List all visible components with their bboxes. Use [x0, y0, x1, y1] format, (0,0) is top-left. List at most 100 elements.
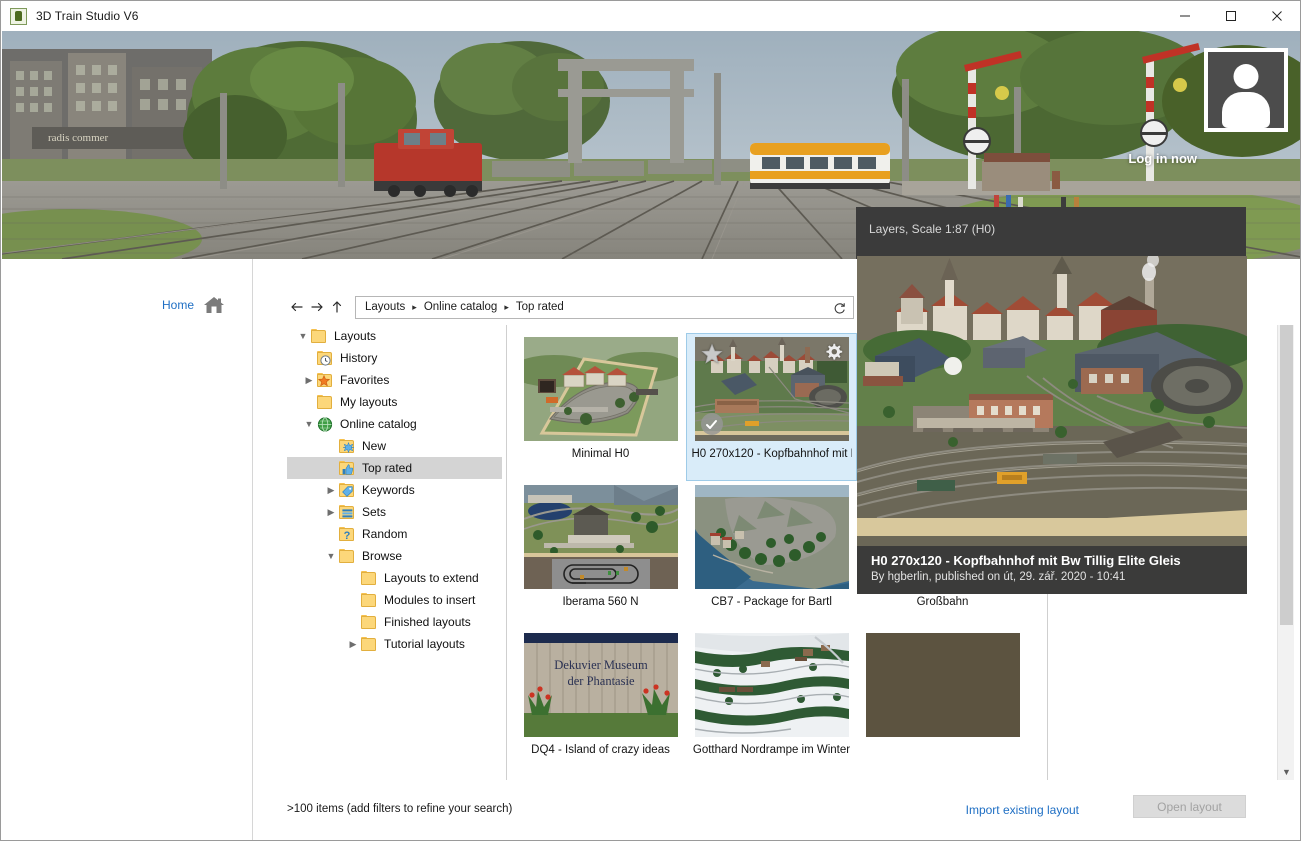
tree-item-favorites[interactable]: ▶ Favorites [287, 369, 502, 391]
layout-caption: CB7 - Package for Bartl [711, 596, 832, 608]
home-label: Home [161, 298, 194, 312]
layout-card[interactable]: Gotthard Nordrampe im Winter [686, 629, 857, 777]
chevron-right-icon-2[interactable]: ▶ [323, 479, 339, 501]
tree-label: Layouts to extend [384, 571, 479, 585]
tree-item-keywords[interactable]: ▶ Keywords [287, 479, 502, 501]
folder-icon [361, 593, 377, 607]
preview-subtitle: By hgberlin, published on út, 29. zář. 2… [871, 571, 1126, 583]
tree-label: Finished layouts [384, 615, 471, 629]
layout-card-partial[interactable] [686, 777, 857, 780]
tree-item-layouts-to-extend[interactable]: Layouts to extend [287, 567, 502, 589]
arrow-right-icon[interactable] [307, 296, 327, 318]
tree-label: Keywords [362, 483, 415, 497]
layout-thumbnail[interactable] [694, 337, 849, 441]
navigation-bar: Layouts ▸ Online catalog ▸ Top rated [287, 295, 854, 319]
tree-item-online-catalog[interactable]: ▼ Online catalog [287, 413, 502, 435]
tree-item-top-rated[interactable]: Top rated [287, 457, 502, 479]
tree-item-finished-layouts[interactable]: Finished layouts [287, 611, 502, 633]
tree-item-history[interactable]: History [287, 347, 502, 369]
layout-card[interactable]: Minimal H0 [515, 333, 686, 481]
folder-icon [361, 571, 377, 585]
chevron-down-icon[interactable]: ▼ [295, 325, 311, 347]
layout-caption: Iberama 560 N [562, 596, 639, 608]
breadcrumb-item-top-rated[interactable]: Top rated [516, 301, 564, 313]
tree-label: Random [362, 527, 408, 541]
import-existing-layout-link[interactable]: Import existing layout [966, 803, 1079, 817]
layout-card-partial[interactable] [515, 777, 686, 780]
layout-thumbnail[interactable] [523, 485, 678, 589]
layout-card[interactable]: CB7 - Package for Bartl [686, 481, 857, 629]
open-layout-button[interactable]: Open layout [1133, 795, 1246, 818]
layout-card[interactable]: Iberama 560 N [515, 481, 686, 629]
breadcrumb[interactable]: Layouts ▸ Online catalog ▸ Top rated [355, 295, 854, 319]
folder-thumbsup-icon [339, 461, 355, 475]
close-icon[interactable] [1254, 1, 1300, 31]
layout-thumbnail[interactable] [523, 337, 678, 441]
log-in-now-label[interactable]: Log in now [1128, 151, 1197, 166]
refresh-icon[interactable] [831, 300, 848, 317]
tree-item-browse[interactable]: ▼ Browse [287, 545, 502, 567]
tree-item-tutorial-layouts[interactable]: ▶ Tutorial layouts [287, 633, 502, 655]
body-area: Home Layouts ▸ Online catalog ▸ Top rate… [2, 256, 1300, 840]
arrow-up-icon[interactable] [327, 296, 347, 318]
svg-text:radis commer: radis commer [48, 132, 109, 144]
footer-bar: >100 items (add filters to refine your s… [254, 786, 1300, 840]
folder-icon [339, 549, 355, 563]
layout-card[interactable]: Dekuvier Museum der Phantasie DQ4 - Isla… [515, 629, 686, 777]
layout-card-selected[interactable]: H0 270x120 - Kopfbahnhof mit Bw ... [686, 333, 857, 481]
layout-caption: Großbahn [916, 596, 969, 608]
title-bar: 3D Train Studio V6 [1, 1, 1300, 31]
star-icon[interactable] [700, 343, 723, 365]
tree-label: Tutorial layouts [384, 637, 465, 651]
tree-label: Modules to insert [384, 593, 476, 607]
layout-thumbnail[interactable] [694, 485, 849, 589]
folder-icon [361, 637, 377, 651]
app-window: 3D Train Studio V6 radis commer Log in n… [0, 0, 1301, 841]
chevron-down-icon-2[interactable]: ▼ [301, 413, 317, 435]
tree-item-layouts[interactable]: ▼ Layouts [287, 325, 502, 347]
window-controls [1162, 1, 1300, 31]
semaphore-disc-icon [963, 127, 991, 155]
grid-scrollbar[interactable]: ▲ ▼ [1277, 325, 1294, 780]
tree-label: Top rated [362, 461, 413, 475]
layout-thumbnail[interactable] [694, 633, 849, 737]
layout-caption: Gotthard Nordrampe im Winter [692, 744, 851, 756]
chevron-right-icon: ▸ [412, 301, 417, 312]
layout-thumbnail[interactable]: Dekuvier Museum der Phantasie [523, 633, 678, 737]
minimize-icon[interactable] [1162, 1, 1208, 31]
user-avatar-icon[interactable] [1204, 48, 1288, 132]
tree-item-my-layouts[interactable]: My layouts [287, 391, 502, 413]
chevron-right-icon-4[interactable]: ▶ [345, 633, 361, 655]
svg-text:?: ? [344, 530, 351, 541]
maximize-icon[interactable] [1208, 1, 1254, 31]
tree-label: Favorites [340, 373, 390, 387]
tree-label: My layouts [340, 395, 398, 409]
chevron-right-icon-2: ▸ [504, 301, 509, 312]
chevron-down-icon-3[interactable]: ▼ [323, 545, 339, 567]
folder-sets-icon [339, 505, 355, 519]
preview-caption: H0 270x120 - Kopfbahnhof mit Bw Tillig E… [857, 546, 1247, 594]
scroll-down-icon[interactable]: ▼ [1278, 763, 1295, 780]
chevron-right-icon[interactable]: ▶ [301, 369, 317, 391]
preview-panel[interactable]: H0 270x120 - Kopfbahnhof mit Bw Tillig E… [857, 256, 1247, 594]
chevron-right-icon-3[interactable]: ▶ [323, 501, 339, 523]
breadcrumb-item-online-catalog[interactable]: Online catalog [424, 301, 498, 313]
tree-item-modules-to-insert[interactable]: Modules to insert [287, 589, 502, 611]
gear-icon[interactable] [824, 343, 843, 362]
avatar-body [1222, 92, 1270, 128]
layout-card-partial[interactable] [857, 629, 1028, 777]
tree-label: Sets [362, 505, 387, 519]
scrollbar-thumb[interactable] [1280, 325, 1293, 625]
folder-tag-icon [339, 483, 355, 497]
layout-caption: H0 270x120 - Kopfbahnhof mit Bw ... [691, 448, 852, 460]
tree-item-sets[interactable]: ▶ Sets [287, 501, 502, 523]
home-link[interactable]: Home [162, 295, 225, 315]
tree-label: Online catalog [340, 417, 417, 431]
layout-thumbnail[interactable] [865, 633, 1020, 737]
folder-icon [361, 615, 377, 629]
explorer-pane: Layouts ▸ Online catalog ▸ Top rated ▼ L… [254, 256, 1300, 840]
breadcrumb-item-layouts[interactable]: Layouts [365, 301, 405, 313]
tree-item-random[interactable]: ? Random [287, 523, 502, 545]
arrow-left-icon[interactable] [287, 296, 307, 318]
tree-item-new[interactable]: New [287, 435, 502, 457]
